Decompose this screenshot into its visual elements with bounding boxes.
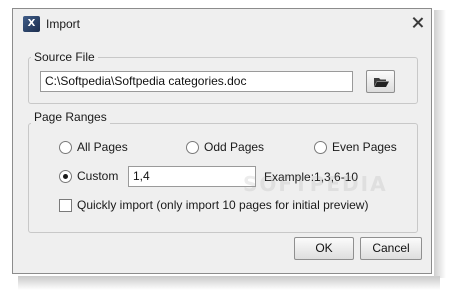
- radio-even-pages-indicator[interactable]: [314, 140, 327, 154]
- quick-import-checkbox[interactable]: Quickly import (only import 10 pages for…: [59, 198, 368, 212]
- window-shadow-right: [434, 10, 446, 278]
- custom-range-input[interactable]: 1,4: [128, 166, 256, 187]
- watermark: SOFTPEDIA: [243, 172, 388, 196]
- radio-odd-pages-label: Odd Pages: [204, 140, 265, 154]
- folder-open-icon: [374, 78, 389, 87]
- radio-odd-pages[interactable]: Odd Pages: [186, 140, 264, 154]
- import-dialog: X Import Source File C:\Softpedia\Softpe…: [12, 8, 432, 274]
- app-x-icon: X: [23, 16, 40, 32]
- radio-even-pages[interactable]: Even Pages: [314, 140, 397, 154]
- radio-custom[interactable]: Custom: [59, 169, 118, 183]
- radio-even-pages-label: Even Pages: [332, 140, 397, 154]
- source-file-label: Source File: [31, 50, 98, 64]
- radio-all-pages-label: All Pages: [77, 140, 128, 154]
- cancel-button[interactable]: Cancel: [360, 237, 422, 260]
- radio-custom-indicator[interactable]: [59, 169, 72, 183]
- ok-button[interactable]: OK: [294, 237, 354, 260]
- title-bar[interactable]: X Import: [13, 9, 431, 39]
- quick-import-checkbox-box[interactable]: [59, 198, 72, 212]
- quick-import-label: Quickly import (only import 10 pages for…: [77, 198, 369, 212]
- source-file-path-field[interactable]: C:\Softpedia\Softpedia categories.doc: [40, 71, 353, 92]
- dialog-title: Import: [46, 17, 81, 31]
- radio-all-pages[interactable]: All Pages: [59, 140, 128, 154]
- radio-all-pages-indicator[interactable]: [59, 140, 72, 154]
- close-icon[interactable]: [410, 15, 426, 31]
- window-shadow-bottom: [18, 276, 440, 290]
- page-ranges-label: Page Ranges: [31, 110, 110, 124]
- radio-odd-pages-indicator[interactable]: [186, 140, 199, 154]
- radio-custom-label: Custom: [77, 169, 119, 183]
- browse-button[interactable]: [366, 70, 395, 93]
